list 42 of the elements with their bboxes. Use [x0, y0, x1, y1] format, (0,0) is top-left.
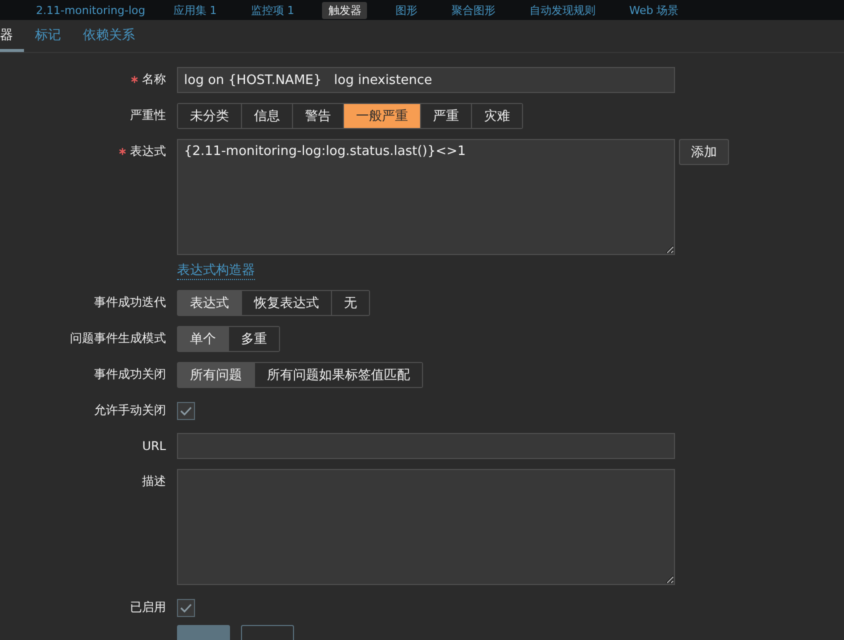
breadcrumb-link[interactable]: 2.11-monitoring-log — [36, 4, 146, 16]
segment-option[interactable]: 无 — [331, 291, 369, 315]
tab[interactable]: 器 — [0, 20, 24, 52]
segmented-control[interactable]: 未分类 信息 警告 一般严重 严重 灾难 — [177, 103, 523, 129]
nav-link[interactable]: 自动发现规则 — [523, 2, 602, 18]
segment-option[interactable]: 表达式 — [178, 291, 241, 315]
text-area[interactable]: {2.11-monitoring-log:log.status.last()}<>1 — [177, 139, 675, 255]
text-field[interactable]: log on {HOST.NAME} log inexistence — [177, 67, 675, 93]
text-field[interactable] — [177, 433, 675, 459]
tab[interactable]: 依赖关系 — [72, 20, 146, 52]
segment-option[interactable]: 单个 — [178, 327, 228, 351]
nav-link[interactable]: Web 场景 — [623, 2, 685, 18]
segmented-control[interactable]: 所有问题 所有问题如果标签值匹配 — [177, 362, 423, 388]
field-label: 允许手动关闭 — [94, 402, 166, 419]
expression-builder-link[interactable]: 表达式构造器 — [177, 261, 255, 280]
field-label: 严重性 — [130, 107, 166, 124]
segment-option[interactable]: 所有问题 — [178, 363, 254, 387]
checkbox[interactable] — [177, 402, 195, 420]
field-label: URL — [142, 438, 166, 452]
field-label: 问题事件生成模式 — [70, 330, 166, 347]
segmented-control[interactable]: 单个 多重 — [177, 326, 280, 352]
tab[interactable]: 标记 — [24, 20, 72, 52]
field-label: 事件成功迭代 — [94, 294, 166, 311]
field-label: 事件成功关闭 — [94, 366, 166, 383]
field-label: 已启用 — [130, 599, 166, 616]
segment-option[interactable]: 所有问题如果标签值匹配 — [254, 363, 422, 387]
check-icon — [180, 406, 192, 416]
add-button[interactable]: 添加 — [679, 139, 729, 165]
segment-option[interactable]: 多重 — [228, 327, 279, 351]
field-label: 描述 — [142, 473, 166, 490]
checkbox[interactable] — [177, 599, 195, 617]
nav-link[interactable]: 应用集 1 — [167, 2, 223, 18]
segment-option[interactable]: 一般严重 — [343, 104, 420, 128]
field-label: 名称 — [142, 71, 166, 88]
segmented-control[interactable]: 表达式 恢复表达式 无 — [177, 290, 370, 316]
nav-link[interactable]: 监控项 1 — [244, 2, 300, 18]
segment-option[interactable]: 灾难 — [471, 104, 522, 128]
check-icon — [180, 603, 192, 613]
nav-link[interactable]: 聚合图形 — [445, 2, 502, 18]
nav-link[interactable]: 图形 — [389, 2, 424, 18]
nav-link[interactable]: 触发器 — [322, 2, 368, 18]
field-label: 表达式 — [130, 143, 166, 160]
